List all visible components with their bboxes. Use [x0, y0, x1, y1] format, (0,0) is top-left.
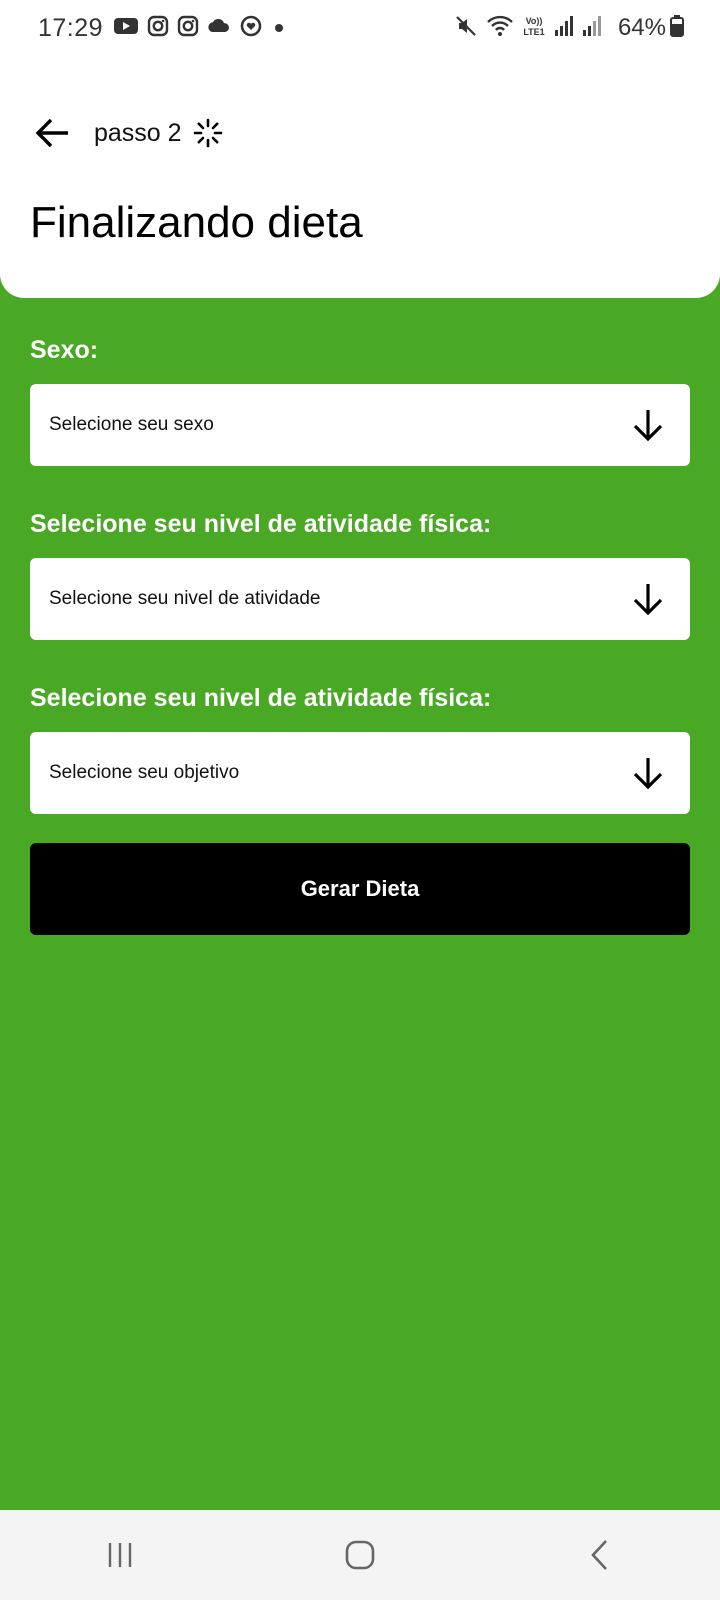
recent-apps-button[interactable] [80, 1525, 160, 1585]
activity-select-placeholder: Selecione seu nivel de atividade [49, 588, 321, 609]
instagram-icon [177, 15, 199, 42]
svg-text:LTE1: LTE1 [523, 27, 544, 37]
arrow-down-icon [628, 753, 668, 793]
sex-label: Sexo: [30, 335, 99, 364]
notification-dot-icon [275, 24, 284, 32]
header-row: passo 2 [30, 108, 224, 158]
battery-percent: 64% [617, 14, 666, 41]
youtube-icon [113, 16, 139, 41]
arrow-down-icon [628, 405, 668, 445]
status-bar: 17:29 Vo)) LTE1 64% [0, 0, 720, 56]
home-icon [345, 1540, 375, 1570]
volte-icon: Vo)) LTE1 [522, 14, 546, 43]
app-icon [239, 14, 263, 43]
navigation-bar [0, 1510, 720, 1600]
goal-select[interactable]: Selecione seu objetivo [30, 732, 690, 814]
status-time: 17:29 [38, 13, 104, 42]
sex-select[interactable]: Selecione seu sexo [30, 384, 690, 466]
mute-icon [454, 14, 478, 43]
back-nav-button[interactable] [560, 1525, 640, 1585]
activity-label: Selecione seu nivel de atividade física: [30, 509, 492, 538]
diet-form: Sexo: Selecione seu sexo Selecione seu n… [30, 330, 690, 935]
svg-text:Vo)): Vo)) [526, 16, 543, 26]
header-panel: 17:29 Vo)) LTE1 64% passo 2 Finalizando … [0, 0, 720, 298]
battery-icon [670, 14, 684, 42]
arrow-down-icon [628, 579, 668, 619]
status-bar-left: 17:29 [38, 13, 284, 43]
recent-apps-icon [108, 1543, 132, 1567]
page-title: Finalizando dieta [30, 198, 363, 247]
signal-icon [582, 15, 602, 42]
wifi-icon [486, 15, 514, 42]
activity-select[interactable]: Selecione seu nivel de atividade [30, 558, 690, 640]
instagram-icon [147, 15, 169, 42]
home-button[interactable] [320, 1525, 400, 1585]
back-button[interactable] [30, 111, 74, 155]
chevron-left-icon [591, 1540, 607, 1570]
sex-select-placeholder: Selecione seu sexo [49, 414, 214, 435]
status-bar-right: Vo)) LTE1 64% [454, 14, 684, 43]
goal-select-placeholder: Selecione seu objetivo [49, 762, 240, 783]
step-indicator: passo 2 [94, 118, 182, 147]
goal-label: Selecione seu nivel de atividade física: [30, 683, 492, 712]
signal-icon [554, 15, 574, 42]
generate-diet-button[interactable]: Gerar Dieta [30, 843, 690, 935]
weather-icon [207, 16, 231, 41]
screen: 17:29 Vo)) LTE1 64% passo 2 Finalizando … [0, 0, 720, 1600]
loading-spinner-icon [192, 117, 224, 149]
arrow-left-icon [35, 118, 68, 148]
